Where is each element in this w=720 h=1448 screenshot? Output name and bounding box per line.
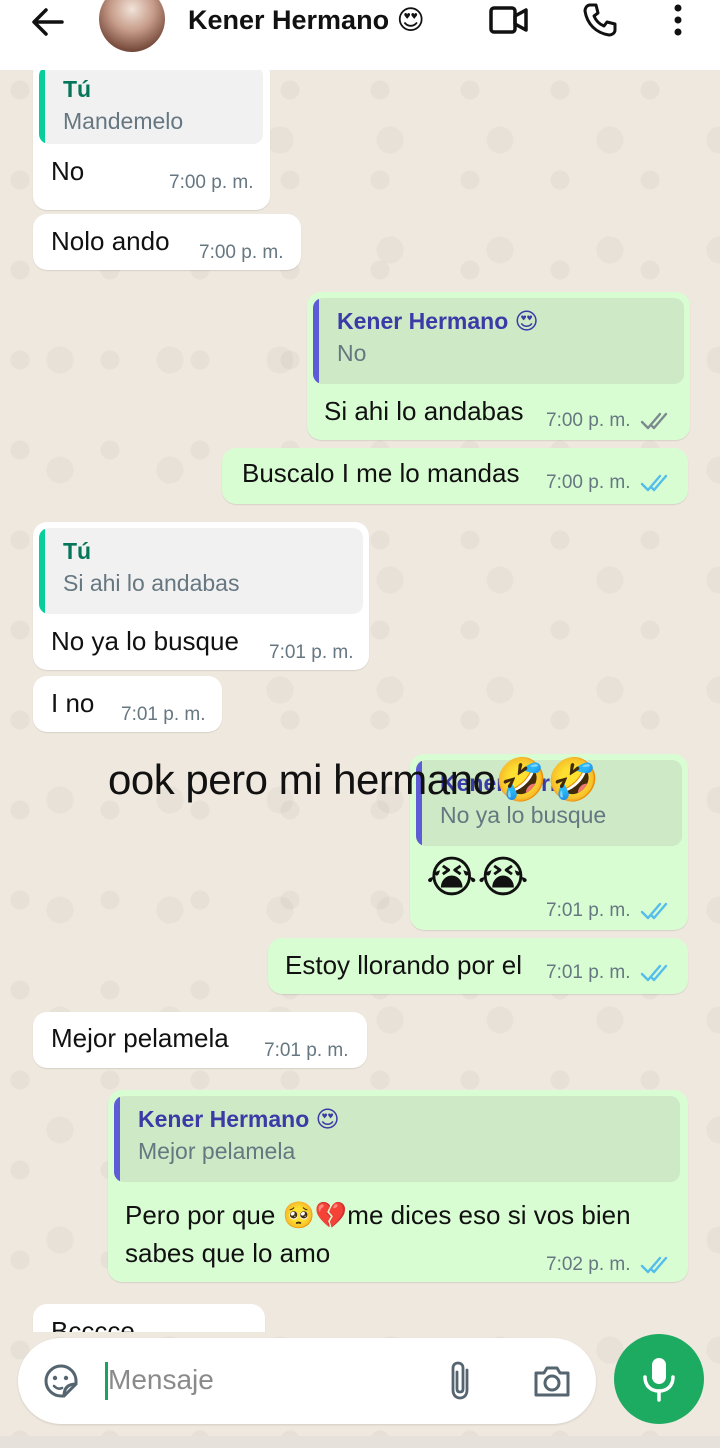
quote-text: Mandemelo: [63, 108, 184, 134]
quote-sender: Kener Hermano 😍: [138, 1106, 340, 1132]
quote-text: No ya lo busque: [440, 802, 607, 828]
message-outgoing[interactable]: Buscalo I me lo mandas 7:00 p. m.: [222, 448, 688, 504]
quoted-message[interactable]: Tú Mandemelo: [39, 70, 263, 144]
message-text: Bcccce: [51, 1316, 135, 1332]
message-time: 7:02 p. m.: [546, 1254, 631, 1275]
chat-header: Kener Hermano 😍: [0, 0, 720, 70]
message-text: Estoy llorando por el: [285, 950, 523, 980]
message-outgoing[interactable]: Kener Hermano 😍 No Si ahi lo andabas 7:0…: [307, 292, 690, 440]
message-incoming[interactable]: I no 7:01 p. m.: [33, 676, 222, 732]
message-incoming[interactable]: Tú Si ahi lo andabas No ya lo busque 7:0…: [33, 522, 369, 670]
overlay-caption: ook pero mi hermano🤣🤣: [108, 756, 599, 803]
quoted-message[interactable]: Kener Hermano 😍 Mejor pelamela: [114, 1096, 680, 1182]
contact-avatar[interactable]: [99, 0, 165, 52]
double-check-read-icon: [640, 1256, 668, 1274]
message-text: Si ahi lo andabas: [324, 396, 524, 426]
message-incoming[interactable]: Nolo ando 7:00 p. m.: [33, 214, 301, 270]
message-time: 7:01 p. m.: [546, 900, 631, 921]
message-text: Nolo ando: [51, 226, 170, 256]
quote-sender: Tú: [63, 76, 92, 102]
message-emoji: 😭😭: [426, 853, 529, 902]
message-time: 7:00 p. m.: [546, 410, 631, 431]
contact-name[interactable]: Kener Hermano 😍: [188, 4, 425, 36]
more-options-icon[interactable]: [664, 2, 692, 38]
message-time: 7:01 p. m.: [264, 1040, 349, 1061]
message-time: 7:01 p. m.: [269, 642, 354, 663]
quote-text: Si ahi lo andabas: [63, 570, 240, 596]
quote-bar: [39, 70, 45, 144]
message-time: 7:01 p. m.: [121, 704, 206, 725]
quote-bar: [313, 298, 319, 384]
message-incoming[interactable]: Bcccce: [33, 1304, 265, 1332]
quote-text: No: [337, 340, 367, 366]
quote-bar: [39, 528, 45, 614]
double-check-read-icon: [640, 902, 668, 920]
message-text-line-1: Pero por que 🥺💔me dices eso si vos bien: [125, 1200, 631, 1230]
quote-sender: Tú: [63, 538, 92, 564]
system-nav-strip: [0, 1436, 720, 1448]
quote-text: Mejor pelamela: [138, 1138, 296, 1164]
video-call-icon[interactable]: [489, 2, 529, 38]
attach-icon[interactable]: [446, 1360, 476, 1402]
microphone-icon: [643, 1358, 675, 1402]
message-text: Buscalo I me lo mandas: [242, 458, 520, 488]
message-incoming[interactable]: Tú Mandemelo No 7:00 p. m.: [33, 70, 270, 210]
camera-icon[interactable]: [532, 1362, 572, 1400]
quote-bar: [114, 1096, 120, 1182]
double-check-read-icon: [640, 964, 668, 982]
back-arrow-icon[interactable]: [28, 4, 68, 40]
message-composer: Mensaje: [18, 1338, 596, 1424]
message-time: 7:01 p. m.: [546, 962, 631, 983]
message-outgoing[interactable]: Estoy llorando por el 7:01 p. m.: [268, 938, 688, 994]
message-outgoing[interactable]: Kener Hermano 😍 Mejor pelamela Pero por …: [108, 1090, 688, 1282]
microphone-button[interactable]: [614, 1334, 704, 1424]
quote-sender: Kener Hermano 😍: [337, 308, 539, 334]
message-text: Mejor pelamela: [51, 1023, 229, 1053]
message-text-line-2: sabes que lo amo: [125, 1238, 331, 1268]
message-time: 7:00 p. m.: [546, 472, 631, 493]
message-text: No: [51, 156, 85, 186]
message-incoming[interactable]: Mejor pelamela 7:01 p. m.: [33, 1012, 367, 1068]
message-list[interactable]: Tú Mandemelo No 7:00 p. m. Nolo ando 7:0…: [0, 70, 720, 1332]
message-text: I no: [51, 688, 95, 718]
quoted-message[interactable]: Tú Si ahi lo andabas: [39, 528, 363, 614]
quoted-message[interactable]: Kener Hermano 😍 No: [313, 298, 684, 384]
sticker-icon[interactable]: [40, 1360, 82, 1402]
message-text: No ya lo busque: [51, 626, 239, 656]
double-check-grey-icon: [640, 412, 668, 430]
voice-call-icon[interactable]: [582, 2, 618, 38]
message-time: 7:00 p. m.: [199, 242, 284, 263]
message-input[interactable]: Mensaje: [108, 1364, 214, 1396]
message-time: 7:00 p. m.: [169, 172, 254, 193]
double-check-read-icon: [640, 474, 668, 492]
